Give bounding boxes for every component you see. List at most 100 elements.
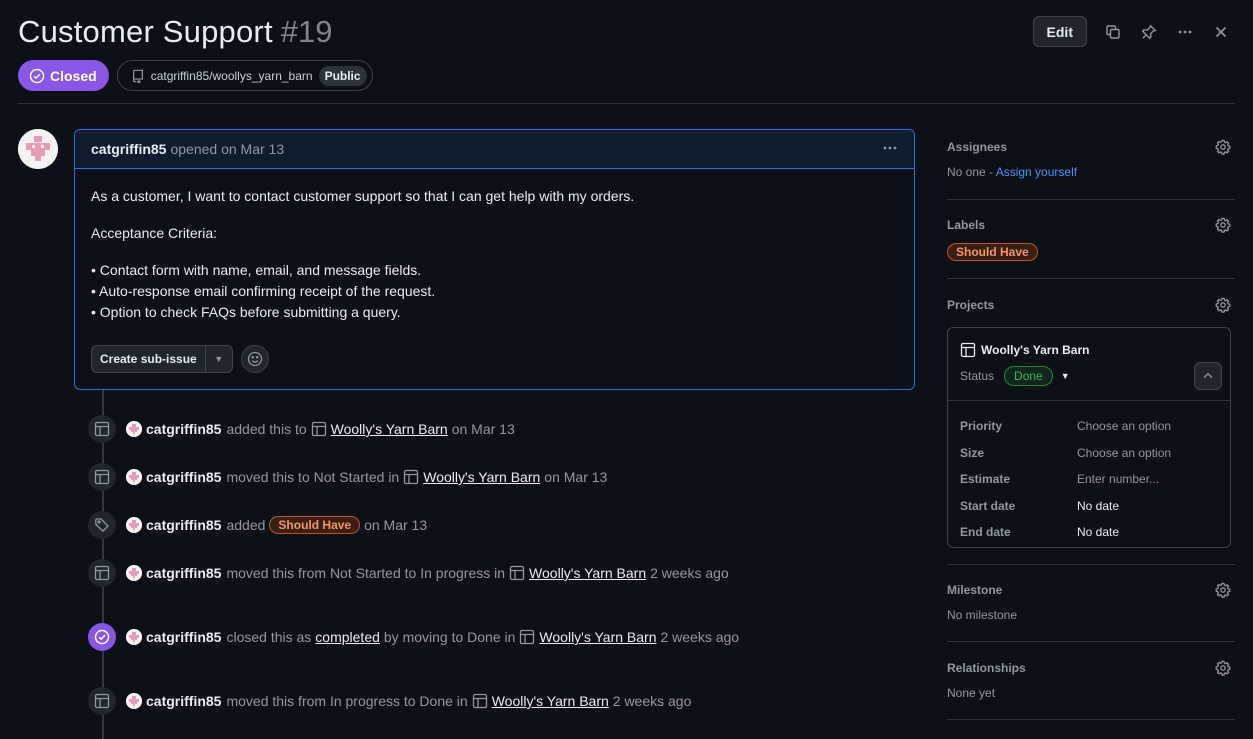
add-reaction-button[interactable] [240,345,269,373]
project-status-row: Status Done ▼ [960,366,1070,386]
status-label: Status [960,369,995,383]
actor-name[interactable]: catgriffin85 [146,421,221,437]
gear-icon[interactable] [1215,217,1231,233]
project-link[interactable]: Woolly's Yarn Barn [472,693,609,709]
actor-name[interactable]: catgriffin85 [146,517,221,533]
chevron-down-icon[interactable]: ▼ [206,346,232,372]
timeline-event: catgriffin85 added this to Woolly's Yarn… [88,415,519,443]
repo-chip[interactable]: catgriffin85/woollys_yarn_barn Public [116,60,373,91]
comment-more-icon[interactable] [882,140,898,159]
pin-icon[interactable] [1139,22,1159,42]
field-value[interactable]: No date [1077,525,1119,539]
event-time[interactable]: on Mar 13 [544,469,607,485]
status-value[interactable]: Done [1004,366,1053,386]
project-link[interactable]: Woolly's Yarn Barn [403,469,540,485]
actor-name[interactable]: catgriffin85 [146,469,221,485]
event-time[interactable]: on Mar 13 [364,517,427,533]
gear-icon[interactable] [1215,660,1231,676]
actor-avatar[interactable] [126,565,142,581]
more-options-icon[interactable] [1175,22,1195,42]
field-name: Estimate [960,472,1011,487]
relationships-section: Relationships None yet [947,658,1231,700]
issue-body-comment: catgriffin85 opened on Mar 13 As a custo… [74,129,915,390]
event-time[interactable]: 2 weeks ago [650,565,729,581]
relationships-header[interactable]: Relationships [947,658,1231,678]
field-name: Size [960,445,985,460]
project-link[interactable]: Woolly's Yarn Barn [519,629,656,645]
project-table-icon [960,342,976,358]
project-field-start-date[interactable]: Start date No date [960,493,1218,520]
project-link[interactable]: Woolly's Yarn Barn [509,565,646,581]
collapse-button[interactable] [1194,362,1222,390]
actor-avatar[interactable] [126,421,142,437]
project-field-priority[interactable]: Priority Choose an option [960,413,1218,440]
timeline-event: catgriffin85 added Should Have on Mar 13 [88,511,431,539]
state-label: Closed [50,67,97,84]
projects-header[interactable]: Projects [947,295,1231,315]
project-fields: Priority Choose an option Size Choose an… [948,400,1230,546]
project-field-estimate[interactable]: Estimate Enter number... [960,466,1218,493]
project-table-icon [88,415,116,443]
project-name: Woolly's Yarn Barn [981,343,1090,357]
field-value[interactable]: Choose an option [1077,446,1171,460]
gear-icon[interactable] [1215,139,1231,155]
actor-name[interactable]: catgriffin85 [146,565,221,581]
issue-number: #19 [280,14,333,49]
project-table-icon [88,463,116,491]
project-table-icon [404,469,419,485]
event-text: added [226,517,266,533]
event-text: moved this from In progress to Done in [226,693,468,709]
event-time[interactable]: 2 weeks ago [613,693,692,709]
field-value[interactable]: Enter number... [1077,472,1159,486]
event-text: closed this as [226,629,312,645]
project-field-end-date[interactable]: End date No date [960,519,1218,546]
field-value[interactable]: Choose an option [1077,419,1171,433]
chevron-up-icon [1203,372,1213,379]
copy-icon[interactable] [1103,22,1123,42]
timeline-event: catgriffin85 moved this from In progress… [88,687,695,715]
assignees-none: No one - [947,165,994,179]
comment-author[interactable]: catgriffin85 [91,141,166,157]
relationships-value: None yet [947,686,996,700]
sidebar-divider [947,641,1235,642]
close-icon[interactable] [1211,22,1231,42]
label-should-have[interactable]: Should Have [947,243,1038,261]
actor-avatar[interactable] [126,469,142,485]
gear-icon[interactable] [1215,297,1231,313]
project-field-size[interactable]: Size Choose an option [960,440,1218,467]
create-sub-issue-button[interactable]: Create sub-issue [92,346,206,372]
author-avatar[interactable] [18,129,58,169]
completed-link[interactable]: completed [315,629,380,645]
check-circle-icon [88,623,116,651]
visibility-badge: Public [318,65,367,86]
timeline-event: catgriffin85 closed this as completed by… [88,623,743,651]
gear-icon[interactable] [1215,582,1231,598]
label-should-have[interactable]: Should Have [269,516,361,534]
actor-avatar[interactable] [126,693,142,709]
timeline-event: catgriffin85 moved this to Not Started i… [88,463,611,491]
project-link-text: Woolly's Yarn Barn [491,693,609,709]
event-time[interactable]: 2 weeks ago [660,629,739,645]
event-time[interactable]: on Mar 13 [452,421,515,437]
actor-avatar[interactable] [126,517,142,533]
field-value[interactable]: No date [1077,499,1119,513]
actor-name[interactable]: catgriffin85 [146,629,221,645]
projects-section: Projects [947,295,1231,315]
assignees-header[interactable]: Assignees [947,137,1231,157]
chevron-down-icon[interactable]: ▼ [1061,371,1070,381]
actor-avatar[interactable] [126,629,142,645]
project-link-text: Woolly's Yarn Barn [539,629,657,645]
edit-button[interactable]: Edit [1032,16,1087,47]
assign-yourself-link[interactable]: Assign yourself [996,165,1077,179]
create-sub-issue-split-button: Create sub-issue ▼ [91,345,233,373]
actor-name[interactable]: catgriffin85 [146,693,221,709]
event-text: by moving to Done in [383,629,516,645]
project-card: Woolly's Yarn Barn Status Done ▼ Priorit… [947,327,1231,548]
project-link[interactable]: Woolly's Yarn Barn [311,421,448,437]
project-card-header[interactable]: Woolly's Yarn Barn [960,342,1089,358]
repo-name: catgriffin85/woollys_yarn_barn [150,68,313,83]
milestone-header[interactable]: Milestone [947,580,1231,600]
labels-header[interactable]: Labels [947,215,1231,235]
project-table-icon [88,559,116,587]
sidebar-divider [947,199,1235,200]
